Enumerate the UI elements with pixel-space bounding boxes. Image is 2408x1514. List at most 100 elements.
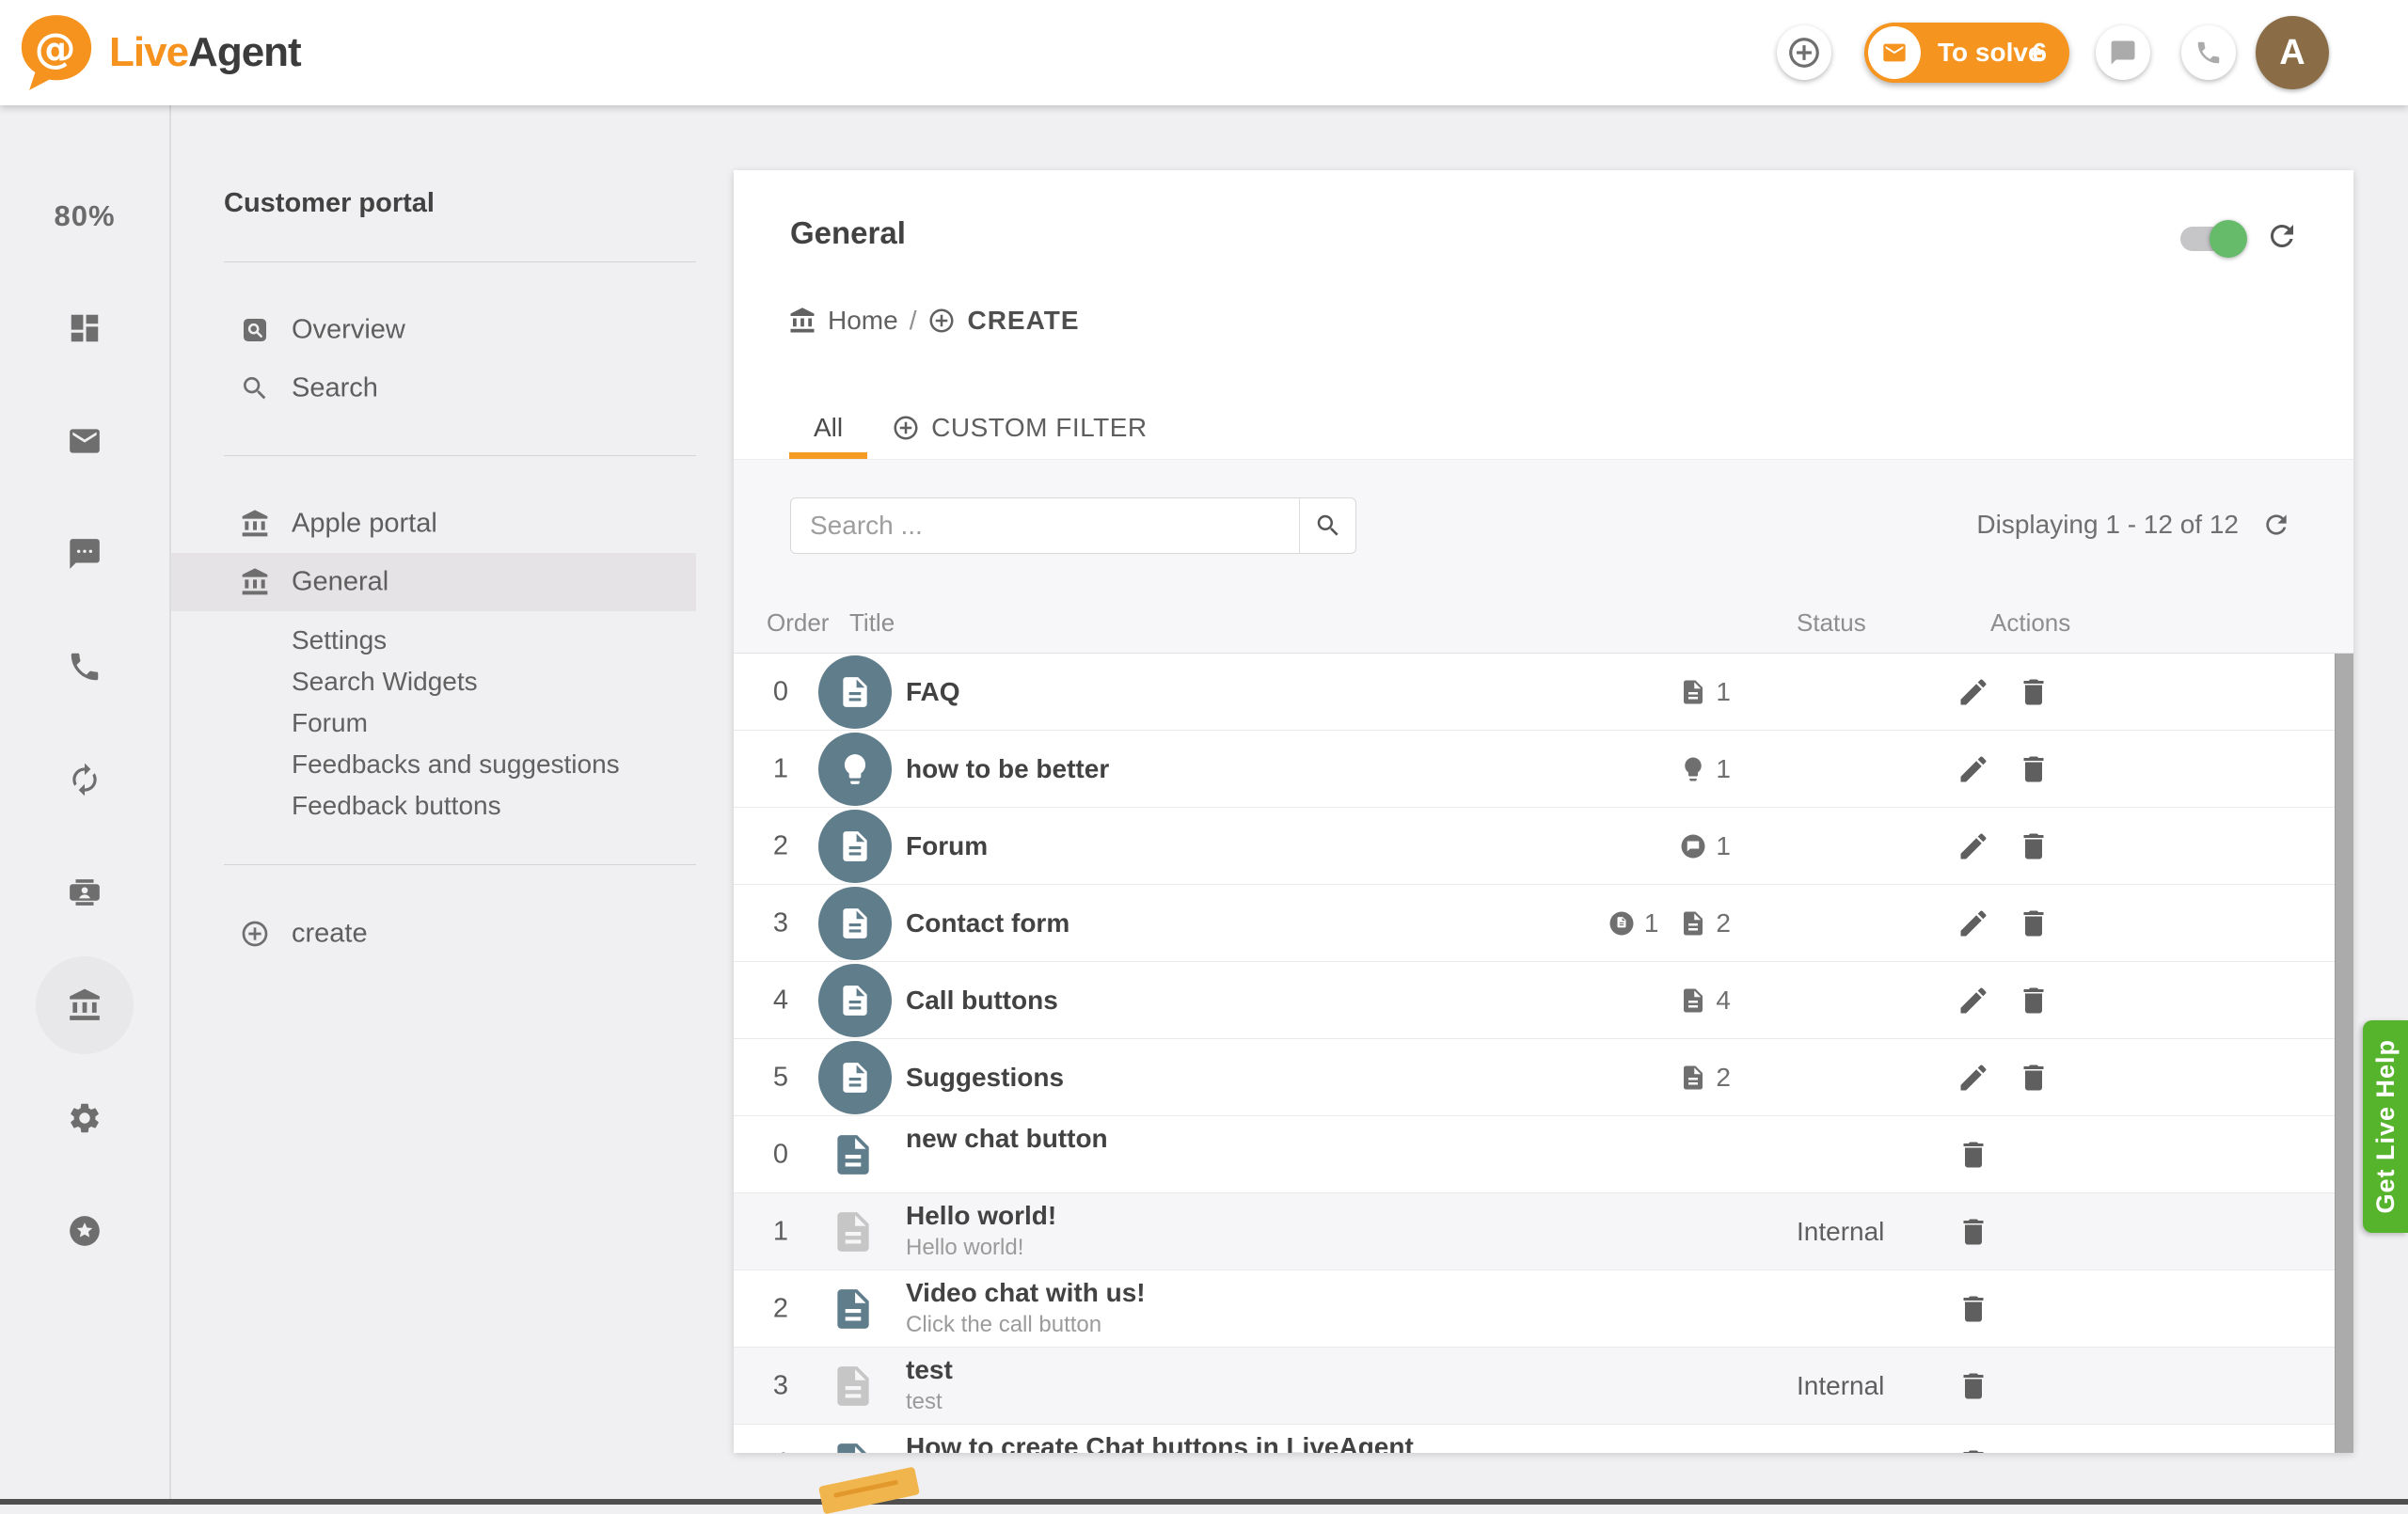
edit-button[interactable] — [1956, 1061, 1990, 1095]
delete-button[interactable] — [1956, 1138, 1990, 1172]
row-badges: 4 — [1679, 962, 1731, 1039]
table-row[interactable]: 2Video chat with us!Click the call butto… — [734, 1270, 2336, 1348]
search-icon — [1314, 512, 1342, 540]
row-actions — [1956, 1116, 1990, 1193]
row-title: Contact form — [906, 908, 1069, 938]
trash-icon — [2017, 829, 2051, 863]
brand-logo[interactable]: @ LiveAgent — [15, 6, 301, 100]
mail-icon — [67, 423, 103, 459]
get-live-help-tab[interactable]: Get Live Help — [2363, 1020, 2408, 1233]
delete-button[interactable] — [2017, 984, 2051, 1017]
row-avatar — [818, 733, 892, 806]
table-row[interactable]: 3testtestInternal — [734, 1348, 2336, 1425]
sidebar-item-search[interactable]: Search — [171, 359, 696, 418]
calls-button[interactable] — [2181, 25, 2236, 80]
sidebar-item-label: Forum — [292, 708, 368, 738]
tab-all-label: All — [814, 413, 843, 443]
delete-button[interactable] — [1956, 1292, 1990, 1326]
tab-custom-filter-label: CUSTOM FILTER — [931, 413, 1147, 443]
phone-icon — [67, 649, 103, 685]
delete-button[interactable] — [1956, 1369, 1990, 1403]
row-order: 2 — [751, 1293, 811, 1324]
edit-button[interactable] — [1956, 907, 1990, 940]
rail-item-calls[interactable] — [36, 618, 134, 716]
table-row[interactable]: 4How to create Chat buttons in LiveAgent — [734, 1425, 2336, 1453]
chats-button[interactable] — [2096, 25, 2150, 80]
edit-button[interactable] — [1956, 984, 1990, 1017]
row-subtitle: Hello world! — [906, 1235, 1023, 1261]
table-row[interactable]: 1Hello world!Hello world!Internal — [734, 1193, 2336, 1270]
refresh-list-button[interactable] — [2261, 510, 2291, 540]
rail-item-automation[interactable] — [36, 731, 134, 828]
rail-item-contacts[interactable] — [36, 844, 134, 941]
tab-custom-filter[interactable]: CUSTOM FILTER — [867, 396, 1171, 459]
row-badges: 12 — [1608, 885, 1731, 962]
row-order: 4 — [751, 1447, 811, 1453]
table-row[interactable]: 3Contact form12 — [734, 885, 2336, 962]
autorenew-icon — [67, 762, 103, 797]
count-badge: 1 — [1608, 908, 1659, 938]
breadcrumb-create[interactable]: CREATE — [967, 306, 1079, 336]
trash-icon — [1956, 1369, 1990, 1403]
rail-item-customer-portal[interactable] — [36, 956, 134, 1054]
rail-item-tickets[interactable] — [36, 392, 134, 490]
bank-icon — [240, 567, 270, 597]
breadcrumb-home[interactable]: Home — [828, 306, 898, 336]
file-icon — [830, 1435, 877, 1453]
status-badge: Internal — [1797, 1217, 1884, 1247]
overview-icon — [240, 315, 270, 345]
table-row[interactable]: 0new chat button — [734, 1116, 2336, 1193]
refresh-button[interactable] — [2265, 219, 2299, 253]
rail-item-chats[interactable] — [36, 505, 134, 603]
displaying-count: Displaying 1 - 12 of 12 — [1976, 497, 2239, 552]
doc-icon — [1679, 1064, 1707, 1092]
count-badge: 1 — [1679, 677, 1731, 707]
toggle-knob — [2210, 220, 2247, 258]
rail-item-configuration[interactable] — [36, 1069, 134, 1167]
to-solve-button[interactable]: To solve 6 — [1864, 23, 2069, 83]
envelope-icon — [1881, 39, 1908, 66]
doc-icon — [837, 983, 873, 1018]
user-avatar[interactable]: A — [2256, 16, 2329, 89]
sidebar-item-general[interactable]: General — [171, 553, 696, 611]
delete-button[interactable] — [1956, 1446, 1990, 1453]
add-new-button[interactable] — [1777, 25, 1831, 80]
edit-button[interactable] — [1956, 675, 1990, 709]
table-row[interactable]: 1how to be better1 — [734, 731, 2336, 808]
delete-button[interactable] — [2017, 675, 2051, 709]
sidebar-item-search-widgets[interactable]: Search Widgets — [171, 661, 696, 702]
sidebar-item-create[interactable]: create — [171, 905, 696, 963]
table-row[interactable]: 4Call buttons4 — [734, 962, 2336, 1039]
delete-button[interactable] — [1956, 1215, 1990, 1249]
row-actions — [1956, 885, 2051, 962]
delete-button[interactable] — [2017, 752, 2051, 786]
sidebar-item-feedback-buttons[interactable]: Feedback buttons — [171, 785, 696, 827]
pencil-icon — [1956, 1061, 1990, 1095]
delete-button[interactable] — [2017, 1061, 2051, 1095]
delete-button[interactable] — [2017, 907, 2051, 940]
vertical-scrollbar[interactable] — [2335, 654, 2353, 1453]
table-row[interactable]: 5Suggestions2 — [734, 1039, 2336, 1116]
create-plus-icon — [927, 307, 956, 335]
tab-all[interactable]: All — [789, 396, 867, 459]
sidebar-item-forum[interactable]: Forum — [171, 702, 696, 744]
sidebar-item-settings[interactable]: Settings — [171, 620, 696, 661]
customer-portal-sidebar: Customer portal OverviewSearchApple port… — [171, 105, 698, 1505]
delete-button[interactable] — [2017, 829, 2051, 863]
portal-enabled-toggle[interactable] — [2180, 227, 2241, 251]
search-input[interactable] — [791, 498, 1299, 553]
sidebar-item-feedbacks-and-suggestions[interactable]: Feedbacks and suggestions — [171, 744, 696, 785]
topbar: @ LiveAgent To solve 6 A — [0, 0, 2408, 105]
table-row[interactable]: 0FAQ1 — [734, 654, 2336, 731]
doc-icon — [1679, 678, 1707, 706]
edit-button[interactable] — [1956, 829, 1990, 863]
table-row[interactable]: 2Forum1 — [734, 808, 2336, 885]
count-badge: 1 — [1679, 831, 1731, 861]
bottom-edge-strip — [0, 1499, 2408, 1505]
edit-button[interactable] — [1956, 752, 1990, 786]
search-submit-button[interactable] — [1299, 498, 1355, 553]
rail-item-gamification[interactable] — [36, 1182, 134, 1280]
sidebar-item-overview[interactable]: Overview — [171, 301, 696, 359]
sidebar-item-apple-portal[interactable]: Apple portal — [171, 495, 696, 553]
rail-item-dashboard[interactable] — [36, 279, 134, 377]
